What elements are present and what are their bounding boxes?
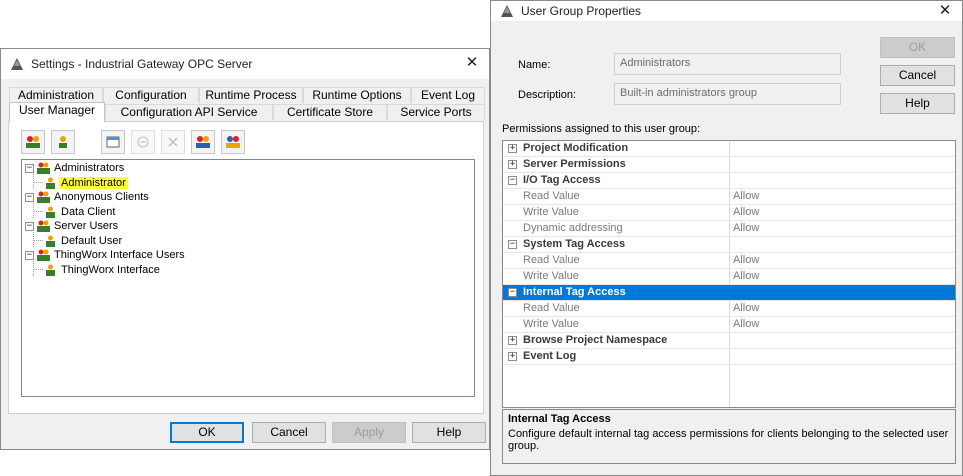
collapse-icon[interactable]: −: [25, 221, 34, 231]
props-title: User Group Properties: [521, 4, 642, 18]
tree-node-default-user[interactable]: Default User: [44, 234, 124, 248]
description-text: Configure default internal tag access pe…: [508, 428, 949, 452]
collapse-icon[interactable]: −: [508, 240, 517, 249]
app-icon: [11, 58, 23, 70]
collapse-icon[interactable]: −: [25, 163, 34, 173]
expand-icon[interactable]: +: [508, 144, 517, 153]
tab-runtime-process[interactable]: Runtime Process: [199, 87, 303, 103]
tree-node-anonymous-clients[interactable]: − Anonymous Clients: [25, 190, 151, 204]
user-add-icon: [59, 136, 67, 148]
user-group-icon: [37, 162, 50, 174]
user-tree[interactable]: − Administrators Administrator − Anonymo…: [21, 159, 475, 397]
user-import-icon: [196, 136, 210, 148]
properties-icon: [106, 136, 120, 148]
disable-button[interactable]: [131, 130, 155, 154]
properties-button[interactable]: [101, 130, 125, 154]
settings-titlebar[interactable]: Settings - Industrial Gateway OPC Server…: [1, 49, 489, 79]
tree-node-data-client[interactable]: Data Client: [44, 205, 117, 219]
user-group-add-icon: [26, 136, 40, 148]
category-server-permissions[interactable]: + Server Permissions: [503, 157, 955, 173]
tree-node-administrator[interactable]: Administrator: [44, 176, 128, 190]
user-icon: [46, 264, 55, 276]
user-icon: [46, 177, 55, 189]
user-icon: [46, 206, 55, 218]
category-io-tag-access[interactable]: − I/O Tag Access: [503, 173, 955, 189]
export-button[interactable]: [221, 130, 245, 154]
collapse-icon[interactable]: −: [25, 192, 34, 202]
property-row[interactable]: Write Value Allow: [503, 205, 955, 221]
user-icon: [46, 235, 55, 247]
user-group-properties-window: User Group Properties ✕ Name: Administra…: [490, 0, 963, 476]
permissions-heading: Permissions assigned to this user group:: [502, 123, 701, 135]
category-event-log[interactable]: + Event Log: [503, 349, 955, 365]
tab-configuration[interactable]: Configuration: [103, 87, 199, 103]
property-row[interactable]: Dynamic addressing Allow: [503, 221, 955, 237]
collapse-icon[interactable]: −: [25, 250, 34, 260]
expand-icon[interactable]: +: [508, 160, 517, 169]
tab-configuration-api-service[interactable]: Configuration API Service: [105, 104, 273, 120]
cancel-button[interactable]: Cancel: [252, 422, 326, 443]
description-title: Internal Tag Access: [508, 413, 611, 425]
ok-button[interactable]: OK: [880, 37, 955, 58]
permissions-grid[interactable]: + Project Modification + Server Permissi…: [502, 140, 956, 408]
tab-user-manager[interactable]: User Manager: [9, 102, 105, 122]
user-group-icon: [37, 220, 50, 232]
expand-icon[interactable]: +: [508, 336, 517, 345]
settings-window: Settings - Industrial Gateway OPC Server…: [0, 48, 490, 450]
tree-node-thingworx-interface-users[interactable]: − ThingWorx Interface Users: [25, 248, 187, 262]
delete-button[interactable]: [161, 130, 185, 154]
property-row[interactable]: Read Value Allow: [503, 301, 955, 317]
category-system-tag-access[interactable]: − System Tag Access: [503, 237, 955, 253]
user-group-icon: [37, 191, 50, 203]
settings-title: Settings - Industrial Gateway OPC Server: [31, 57, 253, 71]
tree-node-thingworx-interface[interactable]: ThingWorx Interface: [44, 263, 162, 277]
apply-button[interactable]: Apply: [332, 422, 406, 443]
delete-icon: [168, 137, 178, 147]
tab-event-log[interactable]: Event Log: [411, 87, 485, 103]
tab-runtime-options[interactable]: Runtime Options: [303, 87, 411, 103]
close-icon[interactable]: ✕: [934, 1, 956, 21]
property-row[interactable]: Read Value Allow: [503, 253, 955, 269]
user-group-icon: [37, 249, 50, 261]
collapse-icon[interactable]: −: [508, 176, 517, 185]
props-titlebar[interactable]: User Group Properties ✕: [491, 1, 962, 21]
add-user-button[interactable]: [51, 130, 75, 154]
tab-service-ports[interactable]: Service Ports: [387, 104, 485, 120]
tab-administration[interactable]: Administration: [9, 87, 103, 103]
description-field[interactable]: Built-in administrators group: [614, 83, 841, 105]
collapse-icon[interactable]: −: [508, 288, 517, 297]
name-label: Name:: [518, 59, 551, 71]
disable-icon: [137, 136, 149, 148]
tree-node-administrators[interactable]: − Administrators: [25, 161, 126, 175]
description-box: Internal Tag Access Configure default in…: [502, 409, 956, 464]
ok-button[interactable]: OK: [170, 422, 244, 443]
property-row[interactable]: Read Value Allow: [503, 189, 955, 205]
help-button[interactable]: Help: [412, 422, 486, 443]
help-button[interactable]: Help: [880, 93, 955, 114]
app-icon: [501, 5, 513, 17]
cancel-button[interactable]: Cancel: [880, 65, 955, 86]
category-internal-tag-access[interactable]: − Internal Tag Access: [503, 285, 955, 301]
category-project-modification[interactable]: + Project Modification: [503, 141, 955, 157]
category-browse-project-namespace[interactable]: + Browse Project Namespace: [503, 333, 955, 349]
description-label: Description:: [518, 89, 577, 101]
import-button[interactable]: [191, 130, 215, 154]
user-manager-panel: − Administrators Administrator − Anonymo…: [8, 121, 484, 414]
expand-icon[interactable]: +: [508, 352, 517, 361]
close-icon[interactable]: ✕: [461, 53, 483, 73]
tab-certificate-store[interactable]: Certificate Store: [273, 104, 387, 120]
property-row[interactable]: Write Value Allow: [503, 269, 955, 285]
tree-node-server-users[interactable]: − Server Users: [25, 219, 120, 233]
add-user-group-button[interactable]: [21, 130, 45, 154]
user-export-icon: [226, 136, 240, 148]
name-field[interactable]: Administrators: [614, 53, 841, 75]
property-row[interactable]: Write Value Allow: [503, 317, 955, 333]
